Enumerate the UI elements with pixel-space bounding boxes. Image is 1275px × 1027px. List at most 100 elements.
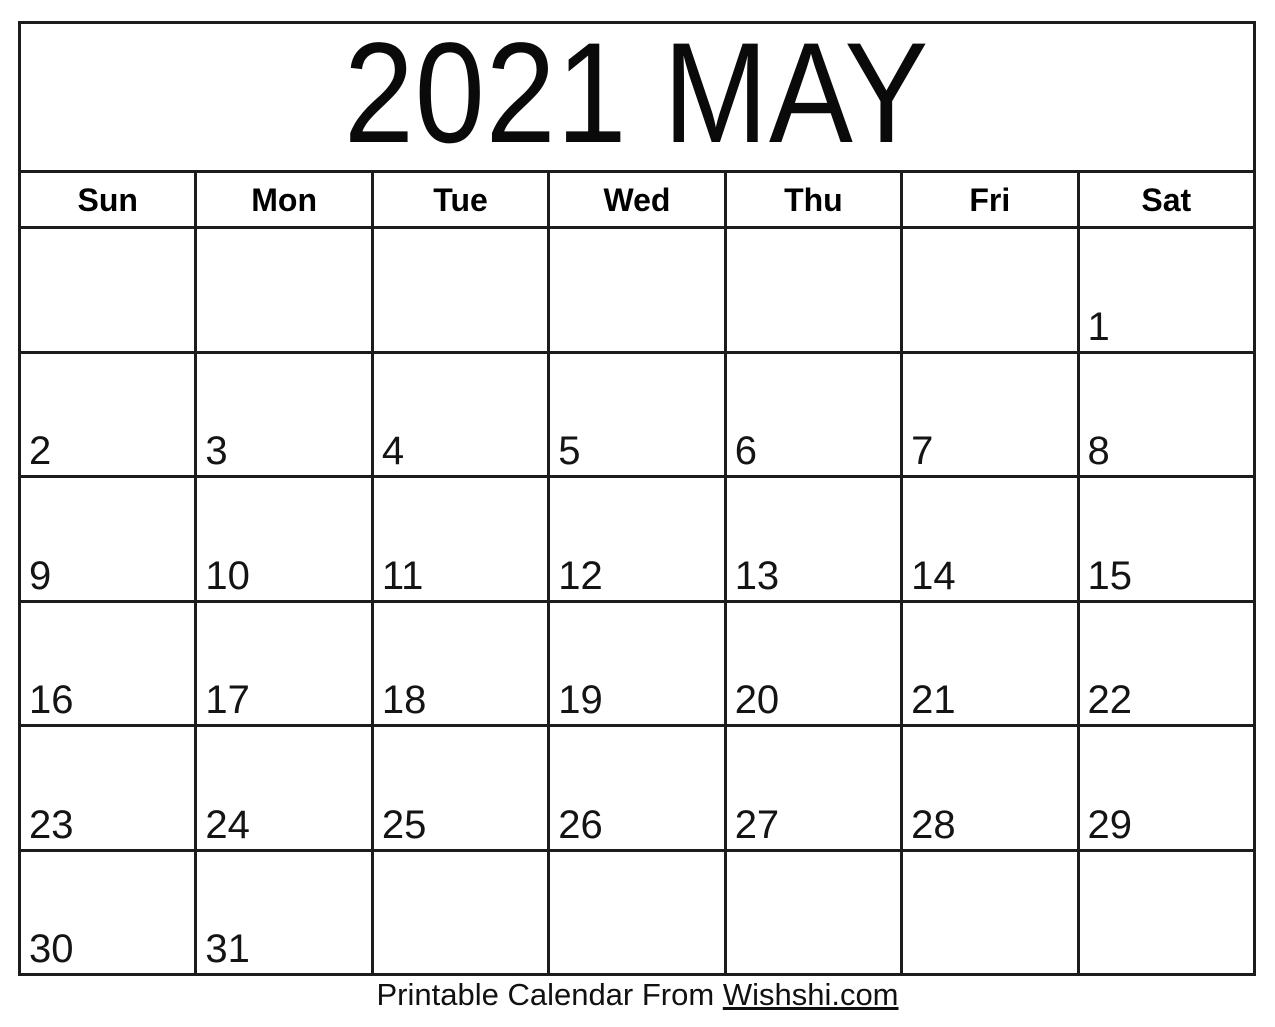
footer: Printable Calendar From Wishshi.com: [0, 977, 1275, 1012]
footer-text: Printable Calendar From Wishshi.com: [376, 977, 898, 1012]
day-number: 30: [29, 927, 74, 971]
day-cell[interactable]: 23: [21, 727, 198, 849]
day-cell[interactable]: [197, 229, 374, 351]
day-number: 15: [1087, 553, 1133, 598]
day-number: 11: [381, 553, 424, 598]
day-cell[interactable]: 30: [21, 851, 198, 973]
day-cell[interactable]: [1080, 852, 1253, 974]
day-number: 5: [558, 429, 581, 473]
weekday-header-mon: Mon: [197, 173, 374, 226]
day-cell[interactable]: 11: [374, 478, 551, 600]
day-number: 18: [381, 678, 427, 722]
week-row: 9 10 11 12 13 14 15: [21, 478, 1253, 603]
day-cell[interactable]: 7: [903, 353, 1080, 475]
week-row: 30 31: [21, 851, 1253, 974]
day-number: 26: [558, 802, 603, 847]
day-number: 20: [734, 678, 780, 722]
day-number: 31: [205, 927, 250, 971]
weekday-header-tue: Tue: [374, 173, 551, 226]
day-cell[interactable]: 5: [550, 353, 727, 475]
day-number: 19: [558, 678, 603, 722]
day-number: 22: [1087, 678, 1133, 722]
day-cell[interactable]: [550, 851, 727, 973]
day-cell[interactable]: 3: [197, 353, 374, 475]
day-cell[interactable]: 25: [374, 727, 551, 849]
day-number: 16: [29, 678, 74, 722]
weekday-header-row: Sun Mon Tue Wed Thu Fri Sat: [21, 173, 1253, 229]
day-cell[interactable]: 20: [727, 602, 904, 724]
day-cell[interactable]: [903, 851, 1080, 973]
day-cell[interactable]: 6: [727, 353, 904, 475]
weekday-header-fri: Fri: [903, 173, 1080, 226]
weekday-label: Wed: [603, 181, 671, 218]
weekday-label: Tue: [433, 181, 488, 218]
day-cell[interactable]: 8: [1080, 354, 1253, 476]
calendar-weeks: 1 2 3 4 5 6 7 8 9 10 11 12 13 14 15 16 1…: [21, 229, 1253, 973]
day-cell[interactable]: 17: [197, 602, 374, 724]
day-number: 27: [734, 802, 780, 847]
footer-source-link[interactable]: Wishshi.com: [723, 977, 899, 1012]
day-cell[interactable]: 14: [903, 478, 1080, 600]
day-cell[interactable]: [21, 229, 198, 351]
week-row: 1: [21, 229, 1253, 354]
day-number: 21: [911, 678, 956, 722]
week-row: 16 17 18 19 20 21 22: [21, 602, 1253, 727]
day-number: 12: [558, 553, 603, 598]
day-cell[interactable]: 26: [550, 727, 727, 849]
day-number: 3: [205, 429, 228, 473]
day-cell[interactable]: 16: [21, 602, 198, 724]
day-number: 10: [205, 553, 250, 598]
day-number: 4: [381, 429, 405, 473]
day-cell[interactable]: [374, 851, 551, 973]
day-number: 29: [1087, 802, 1133, 847]
day-cell[interactable]: 24: [197, 727, 374, 849]
week-row: 23 24 25 26 27 28 29: [21, 727, 1253, 852]
weekday-label: Sat: [1141, 181, 1192, 218]
day-number: 28: [911, 802, 956, 847]
day-number: 13: [734, 553, 780, 598]
day-cell[interactable]: 21: [903, 602, 1080, 724]
weekday-label: Sun: [77, 181, 138, 218]
day-number: 9: [29, 553, 52, 598]
day-cell[interactable]: 27: [727, 727, 904, 849]
day-cell[interactable]: 22: [1080, 603, 1253, 725]
weekday-header-sun: Sun: [21, 173, 198, 226]
day-cell[interactable]: 4: [374, 353, 551, 475]
weekday-header-thu: Thu: [727, 173, 904, 226]
day-cell[interactable]: [374, 229, 551, 351]
day-number: 2: [29, 429, 52, 473]
calendar-page: 2021 MAY Sun Mon Tue Wed Thu Fri Sat 1 2…: [0, 0, 1275, 1027]
day-number: 6: [734, 429, 757, 473]
day-cell[interactable]: 12: [550, 478, 727, 600]
day-number: 23: [29, 802, 74, 847]
day-cell[interactable]: 13: [727, 478, 904, 600]
day-cell[interactable]: 18: [374, 602, 551, 724]
day-cell[interactable]: 9: [21, 478, 198, 600]
day-number: 14: [911, 553, 956, 598]
day-cell[interactable]: 2: [21, 353, 198, 475]
day-number: 24: [205, 802, 250, 847]
page-title: 2021 MAY: [344, 24, 930, 173]
weekday-label: Mon: [251, 181, 317, 218]
weekday-header-wed: Wed: [550, 173, 727, 226]
day-number: 8: [1087, 429, 1110, 473]
day-cell[interactable]: 1: [1080, 229, 1253, 351]
day-cell[interactable]: 15: [1080, 478, 1253, 600]
day-cell[interactable]: 10: [197, 478, 374, 600]
weekday-label: Thu: [784, 181, 843, 218]
day-cell[interactable]: 19: [550, 602, 727, 724]
calendar-title-row: 2021 MAY: [21, 24, 1253, 173]
weekday-label: Fri: [969, 181, 1011, 218]
weekday-header-sat: Sat: [1080, 173, 1253, 226]
day-number: 25: [381, 802, 427, 847]
day-cell[interactable]: [727, 229, 904, 351]
day-cell[interactable]: [903, 229, 1080, 351]
day-cell[interactable]: 31: [197, 851, 374, 973]
day-cell[interactable]: [727, 851, 904, 973]
day-cell[interactable]: [550, 229, 727, 351]
week-row: 2 3 4 5 6 7 8: [21, 353, 1253, 478]
calendar-grid: 2021 MAY Sun Mon Tue Wed Thu Fri Sat 1 2…: [18, 21, 1256, 976]
day-cell[interactable]: 28: [903, 727, 1080, 849]
day-cell[interactable]: 29: [1080, 727, 1253, 849]
footer-prefix: Printable Calendar From: [376, 977, 723, 1012]
